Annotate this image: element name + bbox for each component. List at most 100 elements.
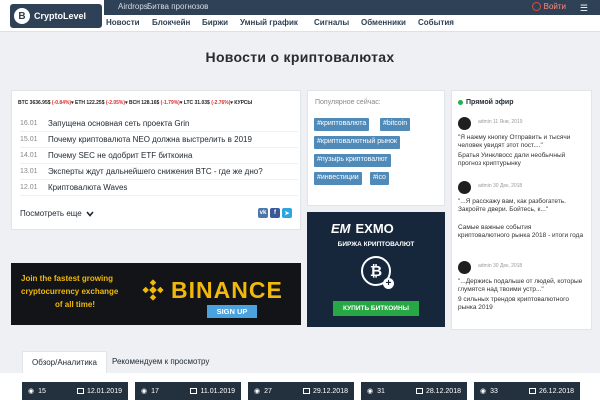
news-title[interactable]: Запущена основная сеть проекта Grin (48, 119, 190, 128)
top-header: B CryptoLevel Airdrops Битва прогнозов В… (0, 0, 600, 32)
tag[interactable]: #инвестиции (314, 172, 362, 185)
live-dot-icon (458, 100, 463, 105)
site-logo[interactable]: B CryptoLevel (10, 4, 102, 28)
news-title[interactable]: Криптовалюта Waves (48, 183, 127, 192)
view-count: 33 (490, 387, 498, 395)
binance-signup-button[interactable]: SIGN UP (207, 305, 257, 318)
nav-blockchain[interactable]: Блокчейн (152, 18, 190, 27)
news-date: 13.01 (20, 168, 38, 175)
live-feed-title: Прямой эфир (458, 99, 513, 106)
comment-post-link[interactable]: Самые важные события криптовалютного рын… (458, 224, 584, 240)
binance-tagline: Join the fastest growing (21, 274, 114, 283)
buy-bitcoin-button[interactable]: КУПИТЬ БИТКОИНЫ (333, 301, 419, 316)
eye-icon: ◉ (28, 388, 35, 395)
article-card[interactable]: ◉ 27 29.12.2018 (248, 382, 354, 400)
tab-review-analytics[interactable]: Обзор/Аналитика (22, 351, 107, 373)
nav-signals[interactable]: Сигналы (314, 18, 349, 27)
exmo-logo-mark: EM (331, 221, 351, 236)
ticker-bch[interactable]: BCH 128.16$ (-1.79%)▾ (129, 100, 182, 106)
comment-post-link[interactable]: Братья Уинклвосс дали необычный прогноз … (458, 152, 584, 168)
exmo-banner[interactable]: EM EXMO БИРЖА КРИПТОВАЛЮТ ₿ + КУПИТЬ БИТ… (307, 212, 445, 327)
secondary-nav: Airdrops Битва прогнозов Войти ☰ (104, 0, 600, 15)
nav-smart-chart[interactable]: Умный график (240, 18, 298, 27)
article-card[interactable]: ◉ 15 12.01.2019 (22, 382, 128, 400)
news-date: 16.01 (20, 120, 38, 127)
tag[interactable]: #криптовалюта (314, 118, 370, 131)
logo-text: CryptoLevel (34, 11, 87, 21)
binance-tagline: of all time! (55, 300, 96, 309)
comment-text[interactable]: "...Держись подальше от людей, которые г… (458, 278, 584, 294)
news-date: 12.01 (20, 184, 38, 191)
subnav-airdrops[interactable]: Airdrops (118, 2, 148, 11)
ticker-eth[interactable]: ETH 122.25$ (-2.05%)▾ (75, 100, 128, 106)
view-count: 15 (38, 387, 46, 395)
tag[interactable]: #ico (370, 172, 389, 185)
price-ticker: BTC 3636.95$ (-0.84%)▾ ETH 122.25$ (-2.0… (18, 100, 298, 106)
plus-icon: + (383, 278, 394, 289)
ticker-btc[interactable]: BTC 3636.95$ (-0.84%)▾ (18, 100, 74, 106)
news-date: 15.01 (20, 136, 38, 143)
card-date: 28.12.2018 (425, 387, 461, 395)
live-feed-card: Прямой эфир admin 11 Янв, 2019 "Я нажму … (451, 90, 592, 330)
comment-meta: admin 11 Янв, 2019 (478, 119, 523, 125)
chevron-down-icon (86, 210, 94, 217)
article-card[interactable]: ◉ 31 28.12.2018 (361, 382, 467, 400)
binance-logo-icon (142, 279, 164, 301)
news-item[interactable]: 16.01 Запущена основная сеть проекта Gri… (20, 116, 298, 132)
tag[interactable]: #криптовалютный рынок (314, 136, 400, 149)
article-card[interactable]: ◉ 17 11.01.2019 (135, 382, 241, 400)
comment-post-link[interactable]: 9 сильных трендов криптовалютного рынка … (458, 296, 584, 312)
exmo-wordmark: EXMO (355, 221, 394, 236)
live-feed-label: Прямой эфир (466, 99, 514, 106)
news-card: BTC 3636.95$ (-0.84%)▾ ETH 122.25$ (-2.0… (11, 90, 301, 230)
view-count: 31 (377, 387, 385, 395)
nav-exchangers[interactable]: Обменники (361, 18, 406, 27)
view-count: 17 (151, 387, 159, 395)
news-item[interactable]: 12.01 Криптовалюта Waves (20, 180, 298, 196)
calendar-icon (528, 388, 536, 394)
news-date: 14.01 (20, 152, 38, 159)
calendar-icon (190, 388, 198, 394)
power-icon (531, 2, 541, 11)
facebook-icon[interactable]: f (270, 208, 280, 218)
news-item[interactable]: 13.01 Эксперты ждут дальнейшего снижения… (20, 164, 298, 180)
binance-wordmark: BINANCE (171, 277, 283, 303)
comment-text[interactable]: "...Я расскажу вам, как разбогатеть. Зак… (458, 198, 584, 214)
nav-exchanges[interactable]: Биржи (202, 18, 228, 27)
nav-events[interactable]: События (418, 18, 454, 27)
news-title[interactable]: Почему SEC не одобрит ETF биткоина (48, 151, 192, 160)
hamburger-icon[interactable]: ☰ (580, 3, 588, 14)
comment-text[interactable]: "Я нажму кнопку Отправить и тысячи челов… (458, 134, 584, 150)
comment-meta: admin 30 Дек, 2018 (478, 183, 523, 189)
ticker-ltc[interactable]: LTC 31.03$ (-2.76%)▾ (184, 100, 233, 106)
eye-icon: ◉ (367, 388, 374, 395)
news-item[interactable]: 14.01 Почему SEC не одобрит ETF биткоина (20, 148, 298, 164)
vk-icon[interactable]: vk (258, 208, 268, 218)
share-buttons: vk f ➤ (258, 208, 292, 218)
binance-tagline: cryptocurrency exchange (21, 287, 119, 296)
tag[interactable]: #пузырь криптовалют (314, 154, 391, 167)
subnav-battle[interactable]: Битва прогнозов (147, 2, 208, 11)
tag[interactable]: #bitcoin (380, 118, 411, 131)
news-title[interactable]: Почему криптовалюта NEO должна выстрелит… (48, 135, 252, 144)
comment-meta: admin 30 Дек, 2018 (478, 263, 523, 269)
telegram-icon[interactable]: ➤ (282, 208, 292, 218)
page-title: Новости о криптовалютах (205, 49, 395, 65)
nav-news[interactable]: Новости (106, 18, 140, 27)
login-button[interactable]: Войти (531, 2, 566, 11)
news-title[interactable]: Эксперты ждут дальнейшего снижения BTC -… (48, 167, 263, 176)
article-card[interactable]: ◉ 33 26.12.2018 (474, 382, 580, 400)
show-more-button[interactable]: Посмотреть еще (20, 209, 94, 218)
ticker-rates-link[interactable]: КУРСЫ (234, 100, 252, 106)
popular-tags-title: Популярное сейчас: (315, 99, 381, 106)
main-nav: Новости Блокчейн Биржи Умный график Сигн… (104, 15, 600, 31)
calendar-icon (415, 388, 423, 394)
news-item[interactable]: 15.01 Почему криптовалюта NEO должна выс… (20, 132, 298, 148)
calendar-icon (76, 388, 84, 394)
card-date: 12.01.2019 (86, 387, 122, 395)
binance-banner[interactable]: Join the fastest growing cryptocurrency … (11, 263, 301, 325)
exmo-subtitle: БИРЖА КРИПТОВАЛЮТ (337, 241, 415, 248)
card-date: 29.12.2018 (312, 387, 348, 395)
logo-mark: B (14, 8, 30, 24)
tab-recommended[interactable]: Рекомендуем к просмотру (103, 351, 218, 373)
